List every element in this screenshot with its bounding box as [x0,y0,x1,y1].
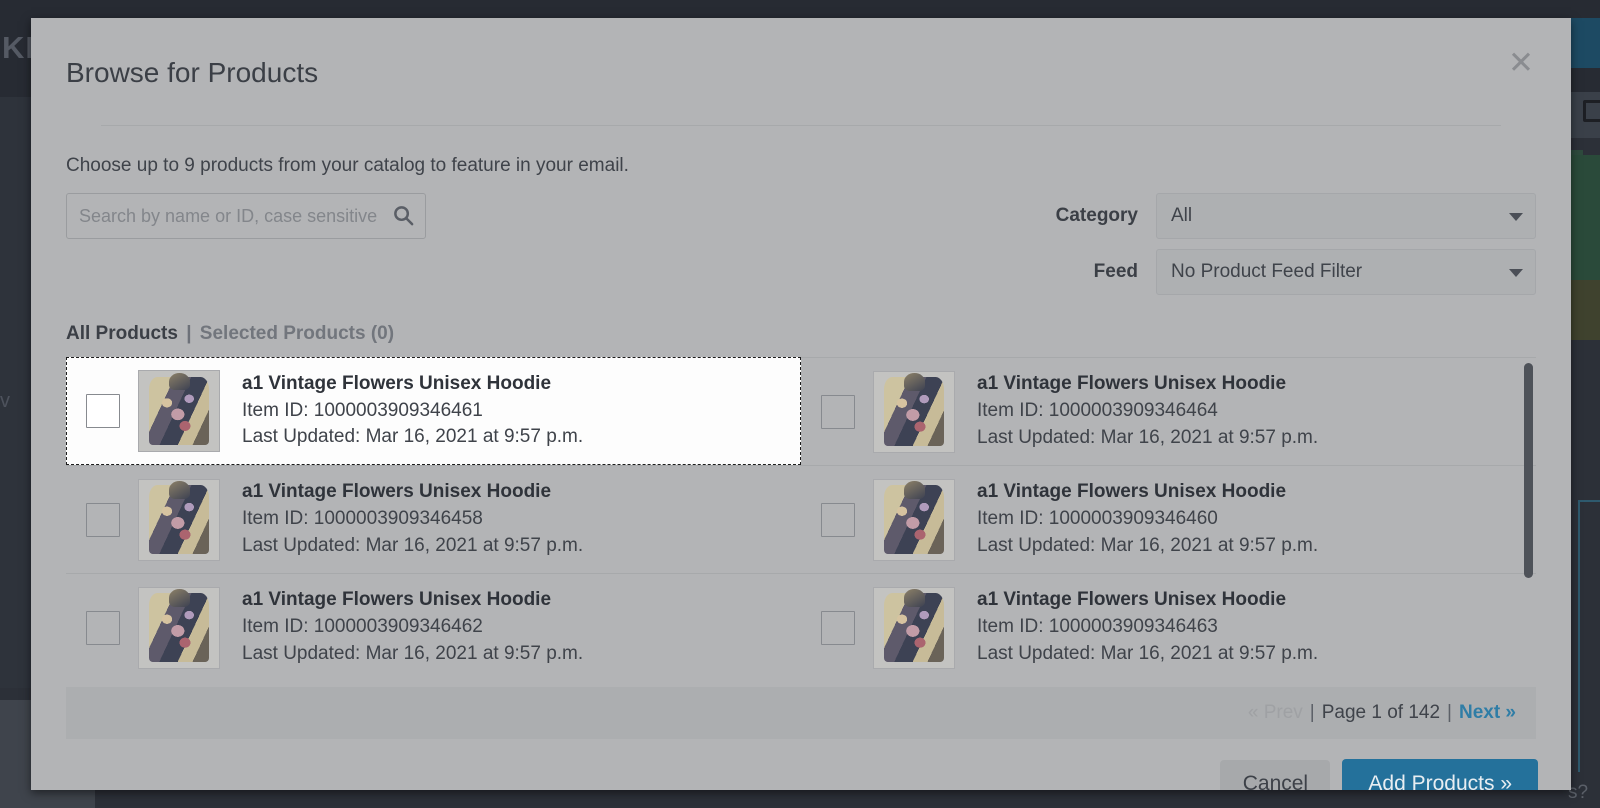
background-left-text: v [0,390,10,413]
pagination-separator: | [1447,702,1452,724]
hoodie-hood-graphic [169,373,190,391]
modal-footer: Cancel Add Products » [31,739,1571,790]
product-item-id: Item ID: 1000003909346464 [977,398,1318,425]
product-name: a1 Vintage Flowers Unisex Hoodie [977,587,1318,614]
product-name: a1 Vintage Flowers Unisex Hoodie [977,371,1318,398]
product-row[interactable]: a1 Vintage Flowers Unisex Hoodie Item ID… [801,357,1536,465]
background-right-text: s? [1568,782,1588,804]
product-info: a1 Vintage Flowers Unisex Hoodie Item ID… [955,479,1318,560]
next-page-link[interactable]: Next » [1459,702,1516,724]
helper-text: Choose up to 9 products from your catalo… [66,155,1536,177]
product-row[interactable]: a1 Vintage Flowers Unisex Hoodie Item ID… [66,573,801,681]
tab-all-products[interactable]: All Products [66,323,178,344]
product-item-id: Item ID: 1000003909346460 [977,506,1318,533]
product-row[interactable]: a1 Vintage Flowers Unisex Hoodie Item ID… [66,465,801,573]
product-thumbnail [138,479,220,561]
product-info: a1 Vintage Flowers Unisex Hoodie Item ID… [955,587,1318,668]
chevron-down-icon [1509,213,1523,221]
page-indicator: Page 1 of 142 [1322,702,1440,724]
add-products-button[interactable]: Add Products » [1342,759,1538,790]
page-title: Browse for Products [66,56,1536,90]
product-checkbox-cell [803,503,873,537]
category-filter: Category All [1036,193,1536,239]
background-right-block-3b [1571,155,1600,280]
category-select[interactable]: All [1156,193,1536,239]
product-thumbnail [873,371,955,453]
cancel-button[interactable]: Cancel [1220,760,1330,790]
pagination-bar: « Prev | Page 1 of 142 | Next » [66,687,1536,739]
feed-select[interactable]: No Product Feed Filter [1156,249,1536,295]
product-last-updated: Last Updated: Mar 16, 2021 at 9:57 p.m. [977,533,1318,560]
product-info: a1 Vintage Flowers Unisex Hoodie Item ID… [220,587,583,668]
product-last-updated: Last Updated: Mar 16, 2021 at 9:57 p.m. [977,425,1318,452]
modal-header: Browse for Products ✕ [31,18,1571,126]
product-thumbnail [873,587,955,669]
background-right-block-4 [1571,280,1600,340]
modal-body: Choose up to 9 products from your catalo… [31,126,1571,739]
product-checkbox-cell [68,611,138,645]
product-last-updated: Last Updated: Mar 16, 2021 at 9:57 p.m. [977,641,1318,668]
chevron-down-icon [1509,269,1523,277]
product-checkbox[interactable] [821,395,855,429]
product-last-updated: Last Updated: Mar 16, 2021 at 9:57 p.m. [242,424,583,451]
search-input[interactable] [66,193,426,239]
category-label: Category [1036,205,1156,227]
product-name: a1 Vintage Flowers Unisex Hoodie [242,587,583,614]
product-checkbox-cell [803,395,873,429]
feed-label: Feed [1036,261,1156,283]
filter-row: Category All Feed No Product Feed Filter [66,193,1536,305]
pagination-separator: | [1310,702,1315,724]
product-item-id: Item ID: 1000003909346463 [977,614,1318,641]
product-thumbnail [873,479,955,561]
hoodie-hood-graphic [169,481,190,499]
product-checkbox-cell [803,611,873,645]
tab-selected-products[interactable]: Selected Products (0) [200,323,394,344]
product-checkbox-cell [68,394,138,428]
product-name: a1 Vintage Flowers Unisex Hoodie [242,479,583,506]
product-info: a1 Vintage Flowers Unisex Hoodie Item ID… [955,371,1318,452]
product-list-wrapper: a1 Vintage Flowers Unisex Hoodie Item ID… [66,357,1536,687]
product-item-id: Item ID: 1000003909346462 [242,614,583,641]
hoodie-hood-graphic [904,589,925,607]
category-select-value: All [1171,205,1192,227]
product-last-updated: Last Updated: Mar 16, 2021 at 9:57 p.m. [242,533,583,560]
product-thumbnail [138,587,220,669]
product-row[interactable]: a1 Vintage Flowers Unisex Hoodie Item ID… [801,573,1536,681]
product-tabs: All Products | Selected Products (0) [66,323,1536,345]
product-item-id: Item ID: 1000003909346458 [242,506,583,533]
prev-page-link: « Prev [1248,702,1303,724]
feed-select-value: No Product Feed Filter [1171,261,1362,283]
close-icon[interactable]: ✕ [1504,46,1538,80]
hoodie-hood-graphic [904,481,925,499]
product-grid: a1 Vintage Flowers Unisex Hoodie Item ID… [66,357,1536,681]
background-right-frame [1578,500,1600,772]
product-checkbox[interactable] [821,503,855,537]
filters-right: Category All Feed No Product Feed Filter [1036,193,1536,305]
browse-for-products-modal: Browse for Products ✕ Choose up to 9 pro… [31,18,1571,790]
product-info: a1 Vintage Flowers Unisex Hoodie Item ID… [220,479,583,560]
product-checkbox[interactable] [86,503,120,537]
hoodie-hood-graphic [904,373,925,391]
product-item-id: Item ID: 1000003909346461 [242,398,583,425]
background-right-block-1 [1571,18,1600,68]
product-checkbox[interactable] [86,611,120,645]
product-thumbnail [138,370,220,452]
product-row[interactable]: a1 Vintage Flowers Unisex Hoodie Item ID… [801,465,1536,573]
product-checkbox[interactable] [821,611,855,645]
product-info: a1 Vintage Flowers Unisex Hoodie Item ID… [220,371,583,452]
product-name: a1 Vintage Flowers Unisex Hoodie [977,479,1318,506]
scrollbar-thumb[interactable] [1524,363,1533,578]
background-right-icon [1583,100,1600,122]
product-checkbox-cell [68,503,138,537]
product-list-scrollbar[interactable] [1522,357,1536,687]
hoodie-hood-graphic [169,589,190,607]
tab-separator: | [186,323,191,344]
product-last-updated: Last Updated: Mar 16, 2021 at 9:57 p.m. [242,641,583,668]
search-field-wrapper [66,193,426,239]
product-name: a1 Vintage Flowers Unisex Hoodie [242,371,583,398]
product-row[interactable]: a1 Vintage Flowers Unisex Hoodie Item ID… [66,357,801,465]
feed-filter: Feed No Product Feed Filter [1036,249,1536,295]
product-checkbox[interactable] [86,394,120,428]
